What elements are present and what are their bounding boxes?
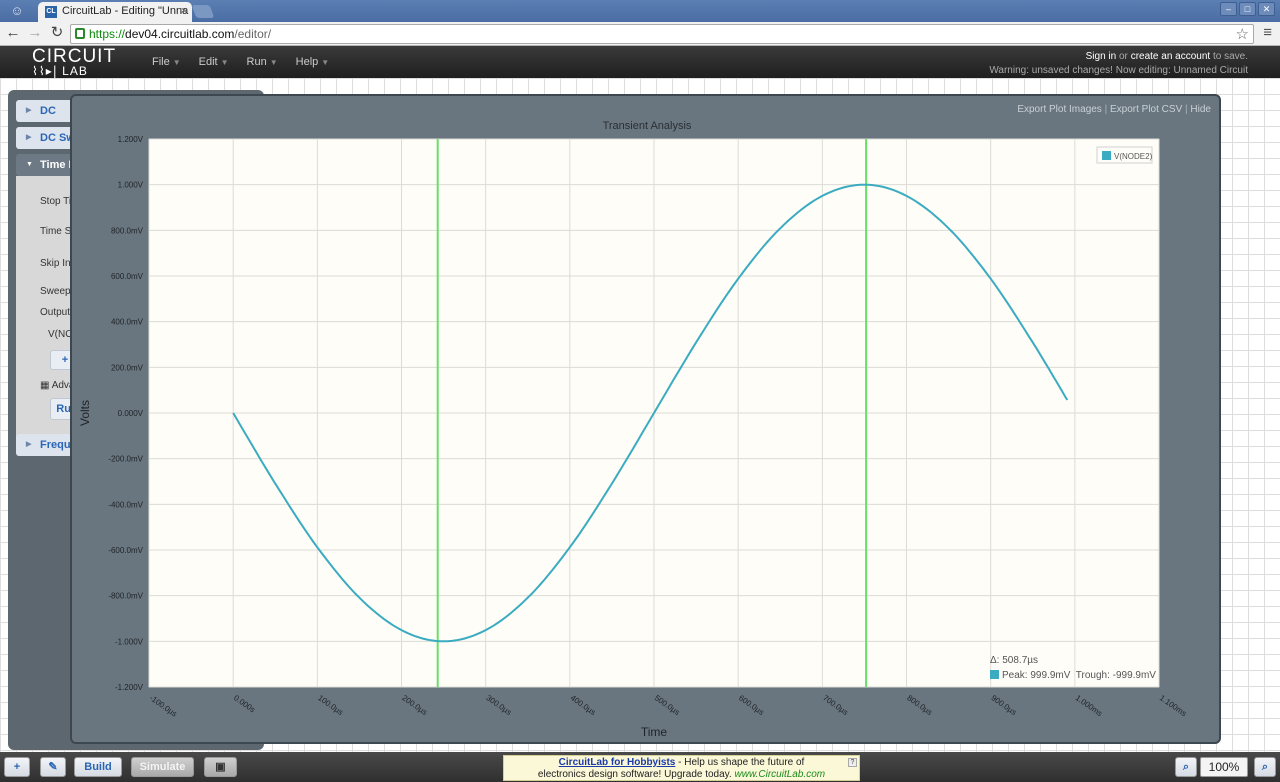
y-tick-label: 200.0mV: [111, 363, 144, 372]
menu-file[interactable]: File ▼: [152, 56, 181, 68]
y-tick-label: 1.000V: [118, 181, 144, 190]
url-scheme: https://: [89, 27, 126, 41]
y-tick-label: -200.0mV: [108, 455, 143, 464]
x-tick-label: 100.0µs: [316, 693, 345, 717]
acc-dc[interactable]: ▶ DC: [16, 100, 76, 122]
sweep-label: Sweep: [40, 286, 71, 297]
y-tick-label: -800.0mV: [108, 592, 143, 601]
caret-right-icon: ▶: [26, 441, 32, 448]
url-path: /editor/: [234, 27, 272, 41]
chevron-down-icon: ▼: [321, 58, 330, 67]
menu-run[interactable]: Run ▼: [247, 56, 278, 68]
browser-tab[interactable]: CL CircuitLab - Editing "Unna ×: [38, 2, 192, 22]
y-tick-label: -1.200V: [115, 683, 144, 692]
tab-close-icon[interactable]: ×: [181, 2, 187, 21]
browser-menu-icon[interactable]: ≡: [1263, 24, 1272, 41]
plot-window: Export Plot Images | Export Plot CSV | H…: [70, 94, 1221, 744]
forward-arrow-icon[interactable]: →: [26, 24, 44, 42]
help-icon[interactable]: ?: [848, 758, 857, 767]
x-tick-label: 700.0µs: [821, 693, 850, 717]
sign-in-link[interactable]: Sign in: [1086, 51, 1117, 62]
y-ticks: 1.200V 1.000V 800.0mV 600.0mV 400.0mV 200.0mV…: [108, 135, 143, 692]
close-window-button[interactable]: ✕: [1258, 2, 1275, 16]
menu-edit[interactable]: Edit ▼: [199, 56, 229, 68]
x-ticks: -100.0µs 0.000s 100.0µs 200.0µs 300.0µs 400.0…: [148, 693, 1188, 718]
add-component-icon[interactable]: +: [4, 757, 30, 777]
y-tick-label: -1.000V: [115, 637, 144, 646]
x-tick-label: 600.0µs: [737, 693, 766, 717]
maximize-button[interactable]: □: [1239, 2, 1256, 16]
lock-icon: [75, 28, 85, 39]
tab-title: CircuitLab - Editing "Unna: [62, 5, 189, 17]
x-tick-label: 200.0µs: [400, 693, 429, 717]
readout-swatch: [990, 670, 999, 679]
transient-plot[interactable]: Transient Analysis 1.200V 1.000V 800.0mV 60…: [72, 96, 1223, 746]
y-tick-label: 600.0mV: [111, 272, 144, 281]
y-tick-label: -400.0mV: [108, 500, 143, 509]
menu-help[interactable]: Help ▼: [296, 56, 330, 68]
y-tick-label: -600.0mV: [108, 546, 143, 555]
incognito-avatar-icon: ☺: [10, 3, 24, 18]
x-tick-label: 800.0µs: [905, 693, 934, 717]
minimize-button[interactable]: –: [1220, 2, 1237, 16]
chevron-down-icon: ▼: [172, 58, 181, 67]
legend: V(NODE2): [1096, 146, 1153, 164]
x-tick-label: 400.0µs: [569, 693, 598, 717]
chevron-down-icon: ▼: [269, 58, 278, 67]
address-bar[interactable]: https://dev04.circuitlab.com/editor/ ☆: [70, 24, 1254, 44]
reload-icon[interactable]: ↻: [48, 24, 66, 42]
simulate-button[interactable]: Simulate: [131, 757, 194, 777]
y-tick-label: 1.200V: [118, 135, 144, 144]
zoom-level[interactable]: 100%: [1200, 757, 1248, 777]
create-account-link[interactable]: create an account: [1131, 51, 1211, 62]
back-arrow-icon[interactable]: ←: [4, 24, 22, 42]
image-icon[interactable]: ▣: [204, 757, 237, 777]
browser-toolbar: ← → ↻ https://dev04.circuitlab.com/edito…: [0, 22, 1280, 46]
table-icon: ▦: [40, 380, 50, 391]
caret-down-icon: ▼: [26, 161, 33, 168]
caret-right-icon: ▶: [26, 134, 32, 141]
x-tick-label: 500.0µs: [653, 693, 682, 717]
chart-title: Transient Analysis: [603, 120, 692, 132]
x-tick-label: 1.000ms: [1074, 693, 1104, 718]
account-status: Sign in or create an account to save. Wa…: [989, 51, 1248, 76]
browser-titlebar: ☺ CL CircuitLab - Editing "Unna × – □ ✕: [0, 0, 1280, 22]
legend-label: V(NODE2): [1114, 152, 1153, 161]
x-tick-label: 300.0µs: [485, 693, 514, 717]
acc-dc-sweep[interactable]: ▶DC Sweep: [16, 127, 76, 149]
delta-readout: Δ: 508.7µs: [990, 655, 1038, 666]
main-menu: File ▼ Edit ▼ Run ▼ Help ▼: [152, 56, 329, 68]
x-tick-label: 900.0µs: [990, 693, 1019, 717]
y-tick-label: 0.000V: [118, 409, 144, 418]
caret-right-icon: ▶: [26, 107, 32, 114]
chevron-down-icon: ▼: [220, 58, 229, 67]
zoom-in-icon[interactable]: ⌕: [1254, 757, 1276, 777]
x-axis-label: Time: [641, 725, 668, 739]
bookmark-star-icon[interactable]: ☆: [1236, 25, 1249, 43]
acc-frequency[interactable]: ▶Frequency Domain: [16, 434, 76, 456]
zoom-out-icon[interactable]: ⌕: [1175, 757, 1197, 777]
time-domain-body: Stop Time Time Step Skip Initial Sweep O…: [16, 176, 96, 442]
bottom-toolbar: + ✎ Build Simulate ▣ CircuitLab for Hobb…: [0, 752, 1280, 782]
y-tick-label: 800.0mV: [111, 226, 144, 235]
circuitlab-logo[interactable]: CIRCUIT ⌇⌇▸| LAB: [32, 47, 116, 77]
x-tick-label: -100.0µs: [148, 693, 179, 718]
app-header: CIRCUIT ⌇⌇▸| LAB File ▼ Edit ▼ Run ▼ Help ▼ …: [0, 46, 1280, 78]
x-tick-label: 1.100ms: [1158, 693, 1188, 718]
acc-time-domain[interactable]: ▼Time Domain: [16, 154, 76, 176]
promo-banner: CircuitLab for Hobbyists - Help us shape…: [503, 755, 860, 781]
url-host: dev04.circuitlab.com: [125, 27, 235, 41]
new-tab-button[interactable]: [191, 5, 215, 18]
y-axis-label: Volts: [78, 400, 92, 426]
legend-swatch: [1102, 151, 1111, 160]
circuitlab-favicon-icon: CL: [45, 6, 57, 18]
peak-trough-readout: Peak: 999.9mV Trough: -999.9mV: [1002, 670, 1156, 681]
build-button[interactable]: Build: [74, 757, 122, 777]
wire-tool-icon[interactable]: ✎: [40, 757, 66, 777]
x-tick-label: 0.000s: [232, 693, 257, 714]
promo-link[interactable]: CircuitLab for Hobbyists: [559, 757, 676, 768]
unsaved-warning: Warning: unsaved changes! Now editing: U…: [989, 65, 1248, 76]
promo-site-link[interactable]: www.CircuitLab.com: [735, 769, 826, 780]
y-tick-label: 400.0mV: [111, 318, 144, 327]
